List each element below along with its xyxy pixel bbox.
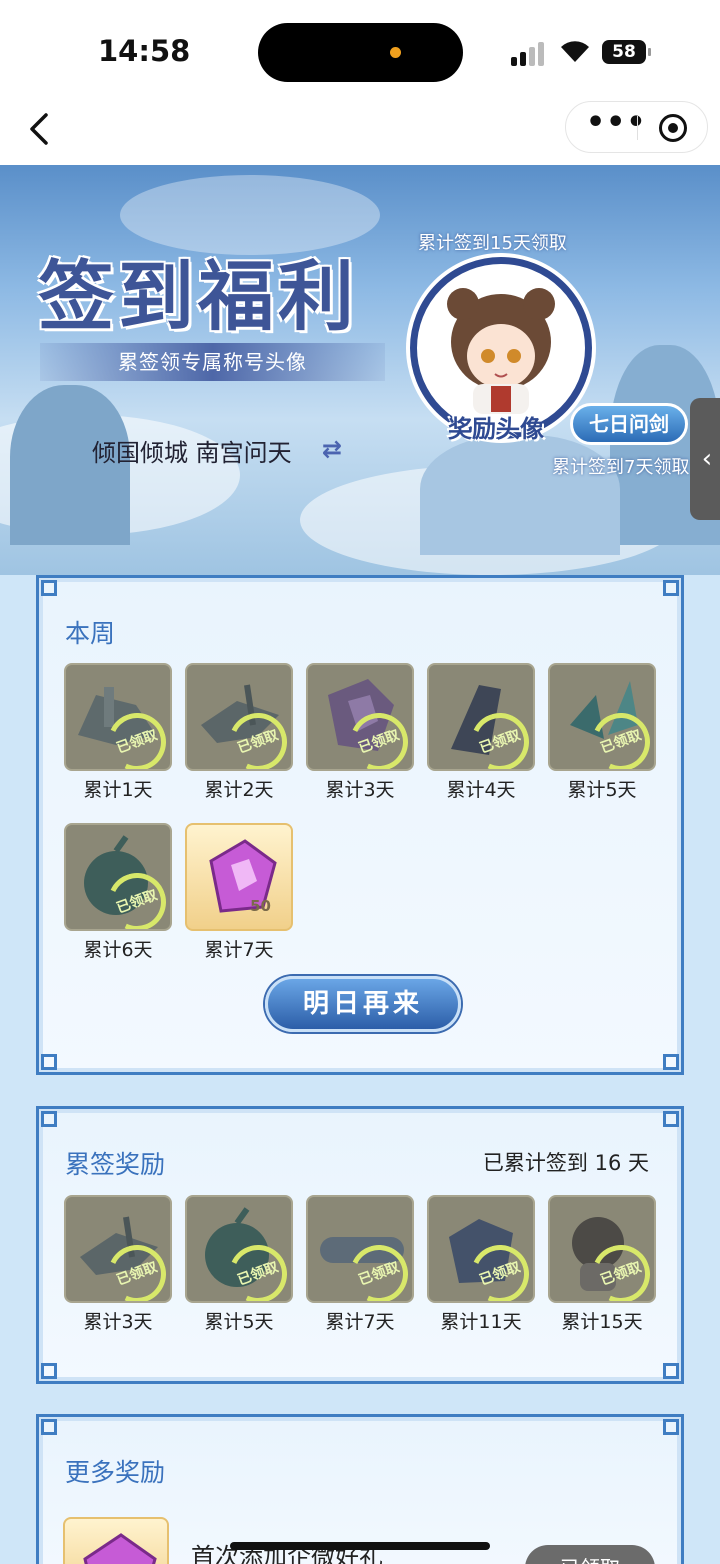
reward-label: 累计11天 [440,1311,522,1333]
cellular-signal-icon [511,40,547,66]
reward-label: 累计3天 [325,779,395,801]
reward-tile: 已领取 [64,1195,172,1303]
home-indicator [230,1542,490,1550]
come-back-tomorrow-button[interactable]: 明日再来 [265,976,461,1032]
target-circle-icon[interactable] [659,114,687,142]
hero-banner: 签到福利 累签领专属称号头像 倾国倾城 南宫问天 ⇄ 累计签到15天领取 奖励头… [0,165,720,575]
reward-tile: 已领取 [185,663,293,771]
reward-label: 累计4天 [446,779,516,801]
reward-label: 累计15天 [561,1311,643,1333]
dynamic-island [258,23,463,82]
reward-tile: 50 [185,823,293,931]
corner-decor [41,1111,57,1127]
reward-item[interactable]: 50 累计7天 [185,823,293,962]
reward-item[interactable]: 已领取 累计4天 [427,663,535,802]
reward-tile: 已领取 [64,823,172,931]
reward-item[interactable]: 已领取 累计15天 [548,1195,656,1334]
reward-item[interactable]: 已领取 累计2天 [185,663,293,802]
corner-decor [663,1363,679,1379]
reward-label: 累计6天 [83,939,153,961]
status-time: 14:58 [98,34,191,68]
cum15-note: 累计签到15天领取 [418,233,567,254]
battery-level: 58 [612,42,636,62]
hero-title: 签到福利 [38,252,358,341]
reward-item[interactable]: 已领取 累计1天 [64,663,172,802]
reward-item[interactable]: 已领取 累计6天 [64,823,172,962]
reward-label: 累计7天 [204,939,274,961]
reward-item[interactable]: 已领取 累计5天 [548,663,656,802]
corner-decor [663,1419,679,1435]
nav-bar: ••• [0,95,720,165]
reward-label: 累计5天 [204,1311,274,1333]
reward-tile: 已领取 [548,663,656,771]
claimed-button[interactable]: 已领取 [525,1545,655,1564]
cumulative-title: 累签奖励 [65,1150,166,1179]
wifi-icon [561,41,589,62]
corner-decor [663,1054,679,1070]
reward-item[interactable]: 已领取 累计11天 [427,1195,535,1334]
reward-label: 累计3天 [83,1311,153,1333]
more-dots-icon[interactable]: ••• [586,108,646,140]
corner-decor [41,1419,57,1435]
chevron-left-icon: ‹ [701,444,713,474]
reward-count: 50 [250,897,271,915]
more-reward-row: 首次添加企微好礼 已领取 [63,1517,663,1564]
corner-decor [41,1054,57,1070]
avatar-reward-label: 奖励头像 [448,415,544,443]
battery-icon: 58 [602,40,651,64]
capsule-divider [637,116,638,140]
reward-label: 累计7天 [325,1311,395,1333]
server-role-name: 倾国倾城 南宫问天 [92,439,292,467]
corner-decor [41,1363,57,1379]
purple-gem-icon [63,1517,169,1564]
weekly-signin-panel: 本周 已领取 累计1天 已领取 累计2天 已领取 累计3天 已领取 累计4天 已… [36,575,684,1075]
weekly-title: 本周 [65,619,116,648]
corner-decor [663,1111,679,1127]
reward-label: 累计5天 [567,779,637,801]
reward-item[interactable]: 已领取 累计5天 [185,1195,293,1334]
reward-item[interactable]: 已领取 累计3天 [64,1195,172,1334]
hero-subtitle: 累签领专属称号头像 [40,343,385,381]
cumulative-summary: 已累计签到 16 天 [482,1151,649,1175]
reward-item[interactable]: 已领取 累计7天 [306,1195,414,1334]
reward-tile: 已领取 [306,663,414,771]
reward-label: 累计1天 [83,779,153,801]
reward-tile: 已领取 [548,1195,656,1303]
cum7-note: 累计签到7天领取 [552,457,690,478]
chevron-left-icon[interactable] [22,109,62,149]
status-bar: 14:58 58 [0,0,720,95]
corner-decor [663,580,679,596]
reward-tile: 已领取 [185,1195,293,1303]
reward-tile: 已领取 [427,1195,535,1303]
reward-item[interactable]: 已领取 累计3天 [306,663,414,802]
side-collapse-tab[interactable]: ‹ [690,398,720,520]
reward-label: 累计2天 [204,779,274,801]
reward-tile: 已领取 [427,663,535,771]
reward-tile: 已领取 [306,1195,414,1303]
reward-tile: 已领取 [64,663,172,771]
miniprogram-capsule: ••• [565,101,708,153]
more-title: 更多奖励 [65,1458,166,1487]
title-reward-badge: 七日问剑 [570,403,688,445]
chibi-avatar-icon [447,288,555,414]
corner-decor [41,580,57,596]
swap-arrows-icon[interactable]: ⇄ [322,435,352,463]
cumulative-reward-panel: 累签奖励 已累计签到 16 天 已领取 累计3天 已领取 累计5天 已领取 累计… [36,1106,684,1384]
purple-gem-icon [209,839,277,913]
privacy-indicator-icon [390,47,401,58]
